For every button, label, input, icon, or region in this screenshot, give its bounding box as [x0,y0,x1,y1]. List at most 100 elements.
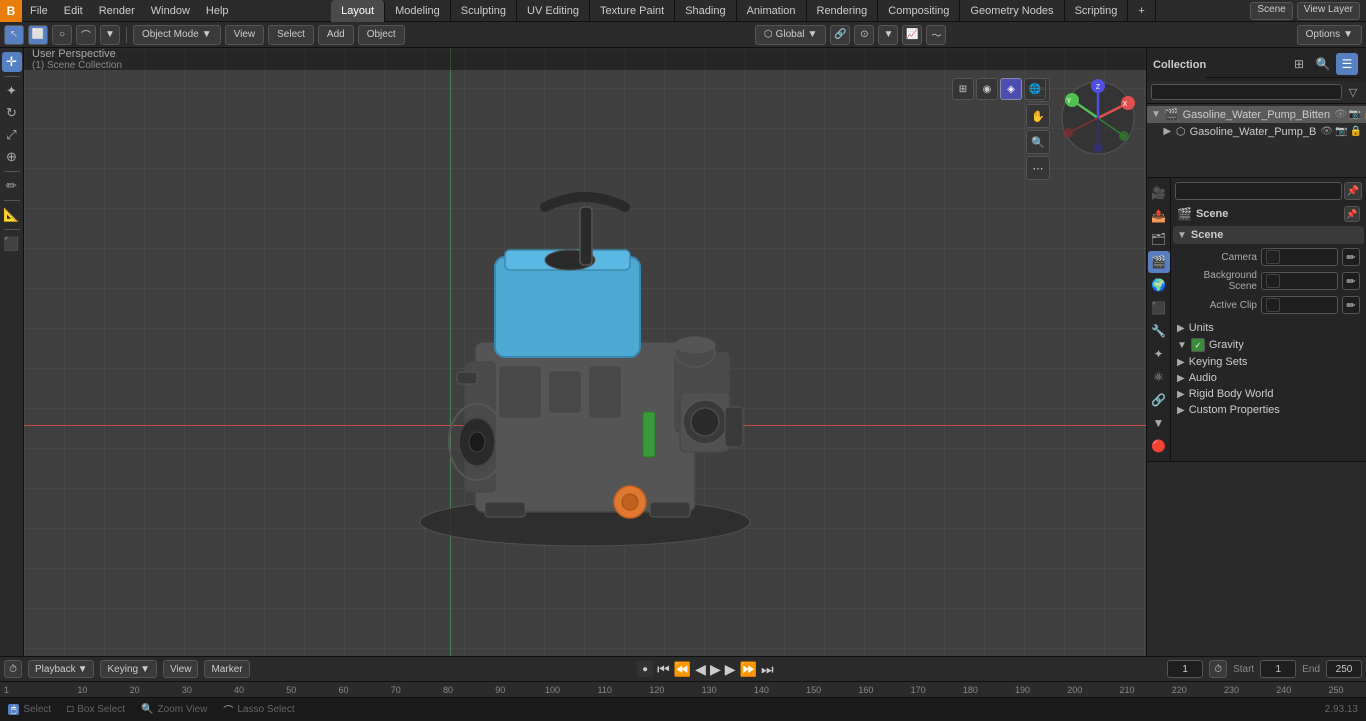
play-btn[interactable]: ▶ [710,661,721,678]
props-pin-icon[interactable]: 📌 [1344,182,1362,200]
jump-start-btn[interactable]: ⏮ [657,661,670,678]
camera-edit-icon[interactable]: ✏ [1342,248,1360,266]
graph-icon[interactable]: 📈 [902,25,922,45]
lock-icon-1[interactable]: 🔒 [1350,126,1362,137]
output-props-icon[interactable]: 📤 [1148,205,1170,227]
transform-global[interactable]: ⬡ Global ▼ [755,25,827,45]
box-select-icon[interactable]: ⬜ [28,25,48,45]
object-props-icon[interactable]: ⬛ [1148,297,1170,319]
workspace-layout[interactable]: Layout [331,0,385,22]
cursor-tool[interactable]: ✛ [2,52,22,72]
next-keyframe-btn[interactable]: ▶ [725,661,736,678]
view-menu[interactable]: View [225,25,265,45]
outliner-search-input[interactable] [1151,84,1342,100]
graph2-icon[interactable]: 〜 [926,25,946,45]
keying-sets-section[interactable]: ▶ Keying Sets [1173,354,1364,370]
menu-help[interactable]: Help [198,0,237,22]
viewport-dots-btn[interactable]: ⋯ [1026,156,1050,180]
proportional-type-icon[interactable]: ▼ [878,25,898,45]
camera-value[interactable] [1261,248,1338,266]
playback-btn[interactable]: Playback ▼ [28,660,94,678]
select-menu[interactable]: Select [268,25,314,45]
world-props-icon[interactable]: 🌍 [1148,274,1170,296]
active-clip-edit-icon[interactable]: ✏ [1342,296,1360,314]
annotate-tool[interactable]: ✏ [2,176,22,196]
object-menu[interactable]: Object [358,25,405,45]
active-clip-value[interactable] [1261,296,1338,314]
scene-selector[interactable]: Scene [1250,2,1292,20]
rendered-mode-btn[interactable]: 🌐 [1024,78,1046,100]
camera-icon-1[interactable]: 📷 [1335,126,1347,137]
menu-edit[interactable]: Edit [56,0,91,22]
prev-keyframe-btn[interactable]: ◀ [695,661,706,678]
extra-select-icon[interactable]: ▼ [100,25,120,45]
end-frame-input[interactable]: 250 [1326,660,1362,678]
measure-tool[interactable]: 📐 [2,205,22,225]
add-menu[interactable]: Add [318,25,354,45]
timeline-mode-btn[interactable]: ⏱ [4,660,22,678]
data-props-icon[interactable]: ▼ [1148,412,1170,434]
transform-tool[interactable]: ⊕ [2,147,22,167]
marker-btn[interactable]: Marker [204,660,249,678]
bg-scene-value[interactable] [1261,272,1338,290]
workspace-scripting[interactable]: Scripting [1065,0,1129,22]
solid-mode-btn[interactable]: ◉ [976,78,998,100]
add-object-tool[interactable]: ⬛ [2,234,22,254]
outliner-filter-icon[interactable]: ⊞ [1288,53,1310,75]
next-frame-btn[interactable]: ⏩ [740,661,757,678]
props-search-input[interactable] [1175,182,1342,200]
outliner-item-0[interactable]: ▼ 🎬 Gasoline_Water_Pump_Bitten 👁 📷 🔒 [1147,106,1366,123]
timeline-view-btn[interactable]: View [163,660,199,678]
render-props-icon[interactable]: 🎥 [1148,182,1170,204]
clock-icon[interactable]: ⏱ [1209,660,1227,678]
view-layer-selector[interactable]: View Layer [1297,2,1360,20]
workspace-sculpting[interactable]: Sculpting [451,0,517,22]
workspace-uv-editing[interactable]: UV Editing [517,0,590,22]
current-frame-input[interactable]: 1 [1167,660,1203,678]
props-scene-pin[interactable]: 📌 [1344,206,1360,222]
physics-props-icon[interactable]: ⚛ [1148,366,1170,388]
outliner-filter-btn[interactable]: ▽ [1344,83,1362,101]
constraints-props-icon[interactable]: 🔗 [1148,389,1170,411]
workspace-animation[interactable]: Animation [737,0,807,22]
workspace-rendering[interactable]: Rendering [807,0,879,22]
rigid-body-section[interactable]: ▶ Rigid Body World [1173,386,1364,402]
workspace-shading[interactable]: Shading [675,0,736,22]
workspace-modeling[interactable]: Modeling [385,0,451,22]
menu-window[interactable]: Window [143,0,198,22]
rotate-tool[interactable]: ↻ [2,103,22,123]
wireframe-mode-btn[interactable]: ⊞ [952,78,974,100]
keying-btn[interactable]: Keying ▼ [100,660,156,678]
frame-numbers-bar[interactable]: 1 10 20 30 40 50 60 70 80 90 100 110 120… [0,681,1366,697]
outliner-item-1[interactable]: ▶ ⬡ Gasoline_Water_Pump_B 👁 📷 🔒 [1147,123,1366,140]
options-btn[interactable]: Options ▼ [1297,25,1362,45]
modifier-props-icon[interactable]: 🔧 [1148,320,1170,342]
start-frame-input[interactable]: 1 [1260,660,1296,678]
menu-render[interactable]: Render [91,0,143,22]
view-layer-props-icon[interactable]: 🗂 [1148,228,1170,250]
object-mode-dropdown[interactable]: Object Mode ▼ [133,25,221,45]
units-section[interactable]: ▶ Units [1173,320,1364,336]
workspace-compositing[interactable]: Compositing [878,0,960,22]
move-tool[interactable]: ✦ [2,81,22,101]
outliner-search-icon[interactable]: 🔍 [1312,53,1334,75]
scene-props-icon[interactable]: 🎬 [1148,251,1170,273]
proportional-edit-icon[interactable]: ⊙ [854,25,874,45]
expand-arrow-1[interactable]: ▶ [1163,126,1171,137]
particles-props-icon[interactable]: ✦ [1148,343,1170,365]
camera-icon-0[interactable]: 📷 [1349,109,1361,120]
workspace-geometry-nodes[interactable]: Geometry Nodes [960,0,1064,22]
transform-snap-icon[interactable]: 🔗 [830,25,850,45]
bg-scene-edit-icon[interactable]: ✏ [1342,272,1360,290]
record-btn[interactable]: ⏺ [637,661,653,677]
audio-section[interactable]: ▶ Audio [1173,370,1364,386]
material-props-icon[interactable]: 🔴 [1148,435,1170,457]
gravity-section[interactable]: ▼ ✓ Gravity [1173,336,1364,354]
gravity-checkbox[interactable]: ✓ [1191,338,1205,352]
lasso-select-icon[interactable]: ⌒ [76,25,96,45]
scene-section-header[interactable]: ▼ Scene [1173,226,1364,244]
prev-frame-btn[interactable]: ⏪ [674,661,691,678]
workspace-texture-paint[interactable]: Texture Paint [590,0,675,22]
visibility-icon-1[interactable]: 👁 [1320,126,1333,137]
expand-arrow-0[interactable]: ▼ [1151,109,1161,120]
